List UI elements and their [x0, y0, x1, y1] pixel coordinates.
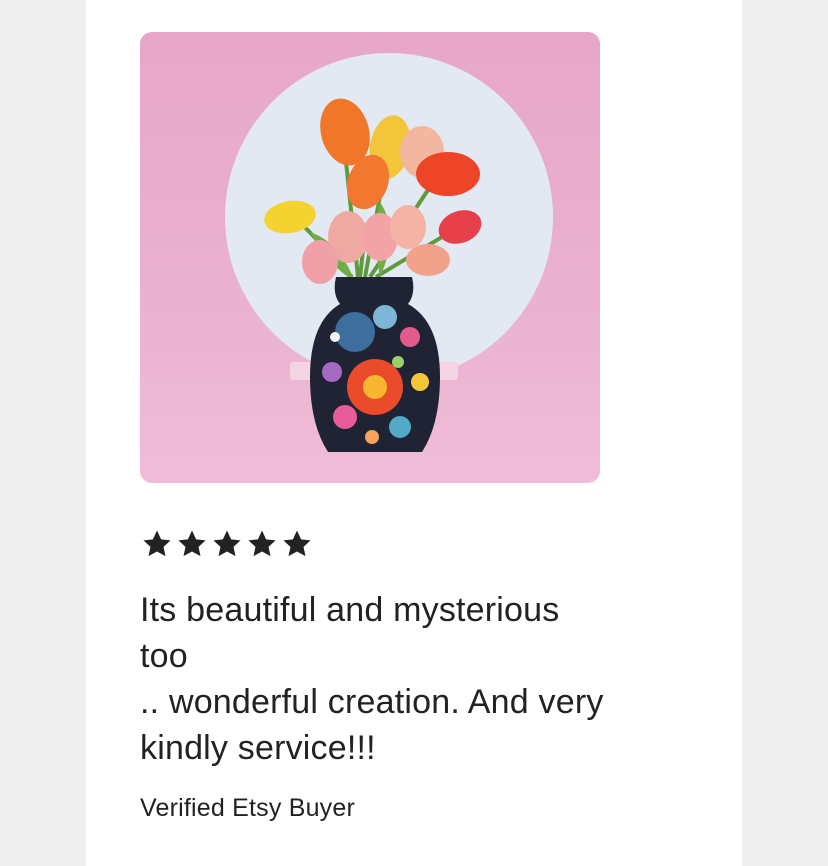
- star-icon: [248, 530, 276, 557]
- star-icon: [143, 530, 171, 557]
- review-text: Its beautiful and mysterious too .. wond…: [140, 587, 720, 771]
- review-text-line: Its beautiful and mysterious: [140, 591, 560, 629]
- star-icon: [178, 530, 206, 557]
- vase-photo-illustration: [225, 53, 553, 452]
- review-card: Its beautiful and mysterious too .. wond…: [86, 0, 742, 866]
- review-author: Verified Etsy Buyer: [140, 794, 356, 822]
- star-rating: [140, 527, 314, 561]
- star-icon: [283, 530, 311, 557]
- review-photo[interactable]: [140, 32, 600, 483]
- star-icon: [213, 530, 241, 557]
- review-text-line: .. wonderful creation. And very: [140, 683, 604, 721]
- review-text-line: kindly service!!!: [140, 729, 376, 767]
- review-text-line: too: [140, 637, 188, 675]
